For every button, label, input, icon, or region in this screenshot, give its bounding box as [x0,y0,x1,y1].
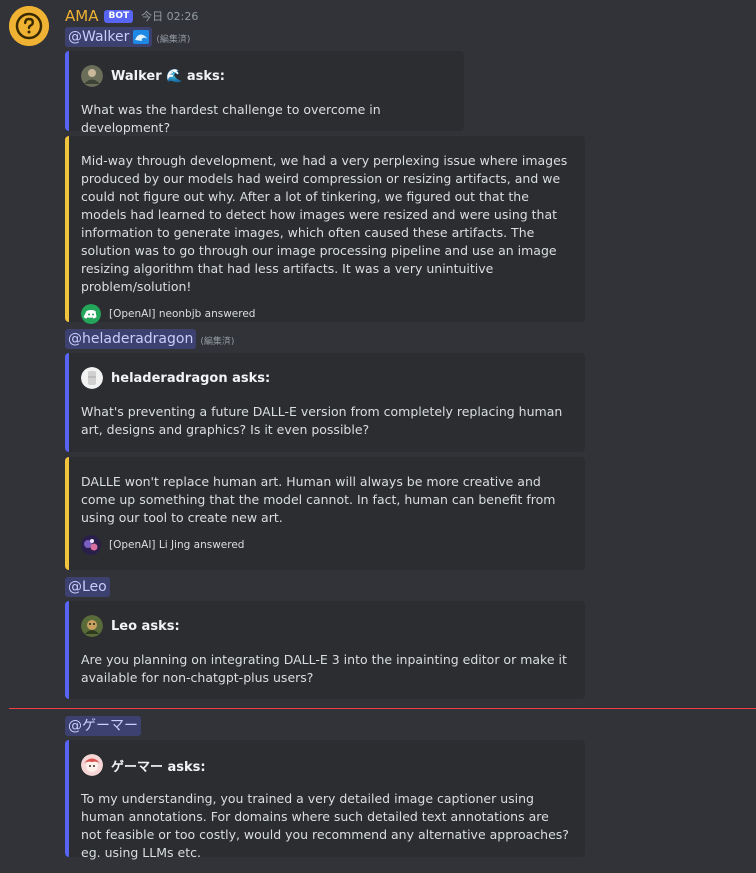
asker-row: Leo asks: [81,615,571,637]
answered-by: [OpenAI] Li Jing answered [109,539,245,551]
question-embed: heladeradragon asks: What's preventing a… [65,353,585,452]
message-header: AMA BOT 今日 02:26 [65,7,198,25]
asker-label: heladeradragon asks: [111,370,271,386]
answer-footer: [OpenAI] Li Jing answered [81,535,571,555]
mention-text: @Leo [68,579,107,595]
question-embed: Walker 🌊 asks: What was the hardest chal… [65,51,464,135]
bot-avatar[interactable] [9,6,49,46]
asker-row: ゲーマー asks: [81,754,571,776]
asker-label: ゲーマー asks: [111,759,206,775]
user-mention-heladeradragon[interactable]: @heladeradragon (編集済) [65,329,234,349]
question-mark-icon [9,6,49,46]
timestamp[interactable]: 今日 02:26 [141,8,198,24]
asker-label: Leo asks: [111,618,180,634]
question-embed: ゲーマー asks: To my understanding, you trai… [65,740,585,860]
mention-text: @Walker [68,29,130,45]
user-mention-gamer[interactable]: @ゲーマー [65,716,141,736]
user-mention-walker[interactable]: @Walker (編集済) [65,27,190,47]
new-messages-divider [9,708,756,709]
answer-text: DALLE won't replace human art. Human wil… [81,474,556,525]
bot-badge: BOT [104,9,134,23]
edited-label: (編集済) [156,35,191,45]
asker-avatar[interactable] [81,367,103,389]
asker-avatar[interactable] [81,65,103,87]
question-text: Are you planning on integrating DALL-E 3… [81,652,567,685]
asker-avatar[interactable] [81,754,103,776]
question-embed: Leo asks: Are you planning on integratin… [65,601,585,699]
asker-row: heladeradragon asks: [81,367,571,389]
wave-emoji-icon [133,30,150,44]
discord-icon [81,304,101,324]
chat-message: AMA BOT 今日 02:26 @Walker (編集済) Walker 🌊 … [0,0,756,873]
answer-embed: DALLE won't replace human art. Human wil… [65,457,585,570]
asker-row: Walker 🌊 asks: [81,65,450,87]
edited-label: (編集済) [200,337,235,347]
answer-footer: [OpenAI] neonbjb answered [81,304,571,324]
answer-embed: Mid-way through development, we had a ve… [65,136,585,324]
user-mention-leo[interactable]: @Leo [65,577,110,597]
question-text: To my understanding, you trained a very … [81,791,569,860]
question-text: What's preventing a future DALL-E versio… [81,404,563,437]
mention-text: @ゲーマー [68,718,138,734]
answered-by: [OpenAI] neonbjb answered [109,308,256,320]
author-name[interactable]: AMA [65,7,98,25]
question-text: What was the hardest challenge to overco… [81,102,381,135]
asker-label: Walker 🌊 asks: [111,68,225,84]
answer-text: Mid-way through development, we had a ve… [81,153,568,294]
answerer-avatar [81,535,101,555]
mention-text: @heladeradragon [68,331,194,347]
asker-avatar[interactable] [81,615,103,637]
